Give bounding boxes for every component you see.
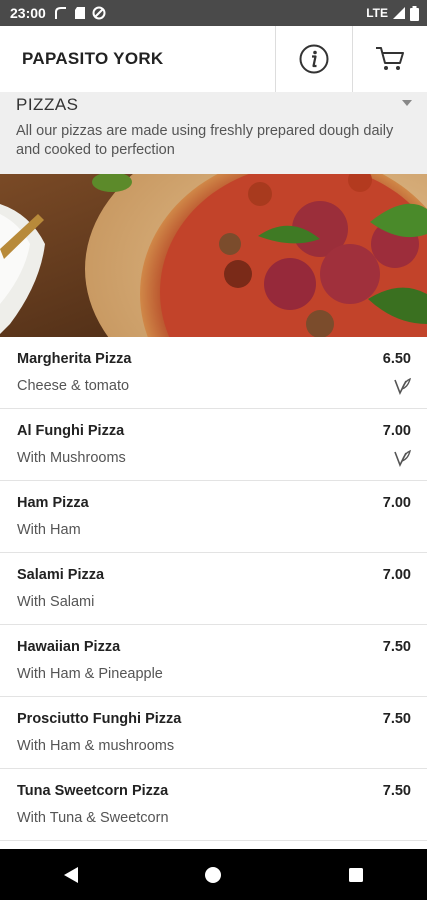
- item-name: Salami Pizza: [17, 567, 105, 583]
- menu-item[interactable]: Salami Pizza 7.00 With Salami: [0, 553, 427, 625]
- battery-icon: [410, 5, 419, 21]
- item-price: 7.50: [382, 711, 411, 727]
- status-bar: 23:00 LTE: [0, 0, 427, 26]
- category-header[interactable]: PIZZAS All our pizzas are made using fre…: [0, 92, 427, 174]
- item-price: 7.50: [382, 639, 411, 655]
- cart-button[interactable]: [352, 26, 427, 92]
- menu-item[interactable]: Ham Pizza 7.00 With Ham: [0, 481, 427, 553]
- item-price: 7.00: [382, 495, 411, 511]
- status-right: LTE: [366, 5, 419, 21]
- home-icon: [205, 866, 222, 883]
- item-name: Tuna Sweetcorn Pizza: [17, 783, 169, 799]
- pizza-photo: [0, 174, 427, 337]
- recents-icon: [348, 867, 363, 882]
- info-button[interactable]: [275, 26, 352, 92]
- vegetarian-icon: [394, 377, 411, 395]
- menu-item[interactable]: Margherita Pizza 6.50 Cheese & tomato: [0, 337, 427, 409]
- item-description: With Ham & Pineapple: [17, 666, 163, 682]
- back-icon: [64, 866, 79, 883]
- data-saver-icon: [92, 6, 106, 20]
- menu-item[interactable]: Hawaiian Pizza 7.50 With Ham & Pineapple: [0, 625, 427, 697]
- category-hero-image: [0, 174, 427, 337]
- menu-item[interactable]: Tuna Sweetcorn Pizza 7.50 With Tuna & Sw…: [0, 769, 427, 841]
- collapse-arrow-icon[interactable]: [402, 100, 412, 106]
- recents-button[interactable]: [326, 849, 386, 900]
- cell-signal-icon: [393, 7, 405, 19]
- signal-notification-icon: [54, 7, 66, 19]
- menu-item[interactable]: Prosciutto Funghi Pizza 7.50 With Ham & …: [0, 697, 427, 769]
- item-description: With Tuna & Sweetcorn: [17, 810, 169, 826]
- item-name: Margherita Pizza: [17, 351, 132, 367]
- back-button[interactable]: [41, 849, 101, 900]
- app-header: PAPASITO YORK: [0, 26, 427, 93]
- system-nav-bar: [0, 849, 427, 900]
- item-name: Al Funghi Pizza: [17, 423, 125, 439]
- status-notification-icons: [54, 6, 106, 20]
- network-type-label: LTE: [366, 6, 388, 20]
- home-button[interactable]: [183, 849, 243, 900]
- item-description: Cheese & tomato: [17, 378, 130, 394]
- item-name: Hawaiian Pizza: [17, 639, 121, 655]
- item-name: Prosciutto Funghi Pizza: [17, 711, 182, 727]
- category-description: All our pizzas are made using freshly pr…: [16, 123, 394, 158]
- restaurant-title: PAPASITO YORK: [22, 49, 164, 68]
- menu-item[interactable]: Al Funghi Pizza 7.00 With Mushrooms: [0, 409, 427, 481]
- info-icon: [299, 44, 329, 74]
- item-price: 7.00: [382, 567, 411, 583]
- item-description: With Ham: [17, 522, 81, 538]
- item-description: With Ham & mushrooms: [17, 738, 175, 754]
- status-time: 23:00: [10, 5, 46, 21]
- item-description: With Mushrooms: [17, 450, 126, 466]
- cart-icon: [376, 47, 404, 70]
- sd-card-icon: [74, 7, 85, 19]
- item-name: Ham Pizza: [17, 495, 89, 511]
- item-price: 7.50: [382, 783, 411, 799]
- item-price: 6.50: [382, 351, 411, 367]
- item-price: 7.00: [382, 423, 411, 439]
- item-description: With Salami: [17, 594, 95, 610]
- category-title: PIZZAS: [16, 95, 79, 114]
- menu-list: Margherita Pizza 6.50 Cheese & tomato Al…: [0, 337, 427, 841]
- vegetarian-icon: [394, 449, 411, 467]
